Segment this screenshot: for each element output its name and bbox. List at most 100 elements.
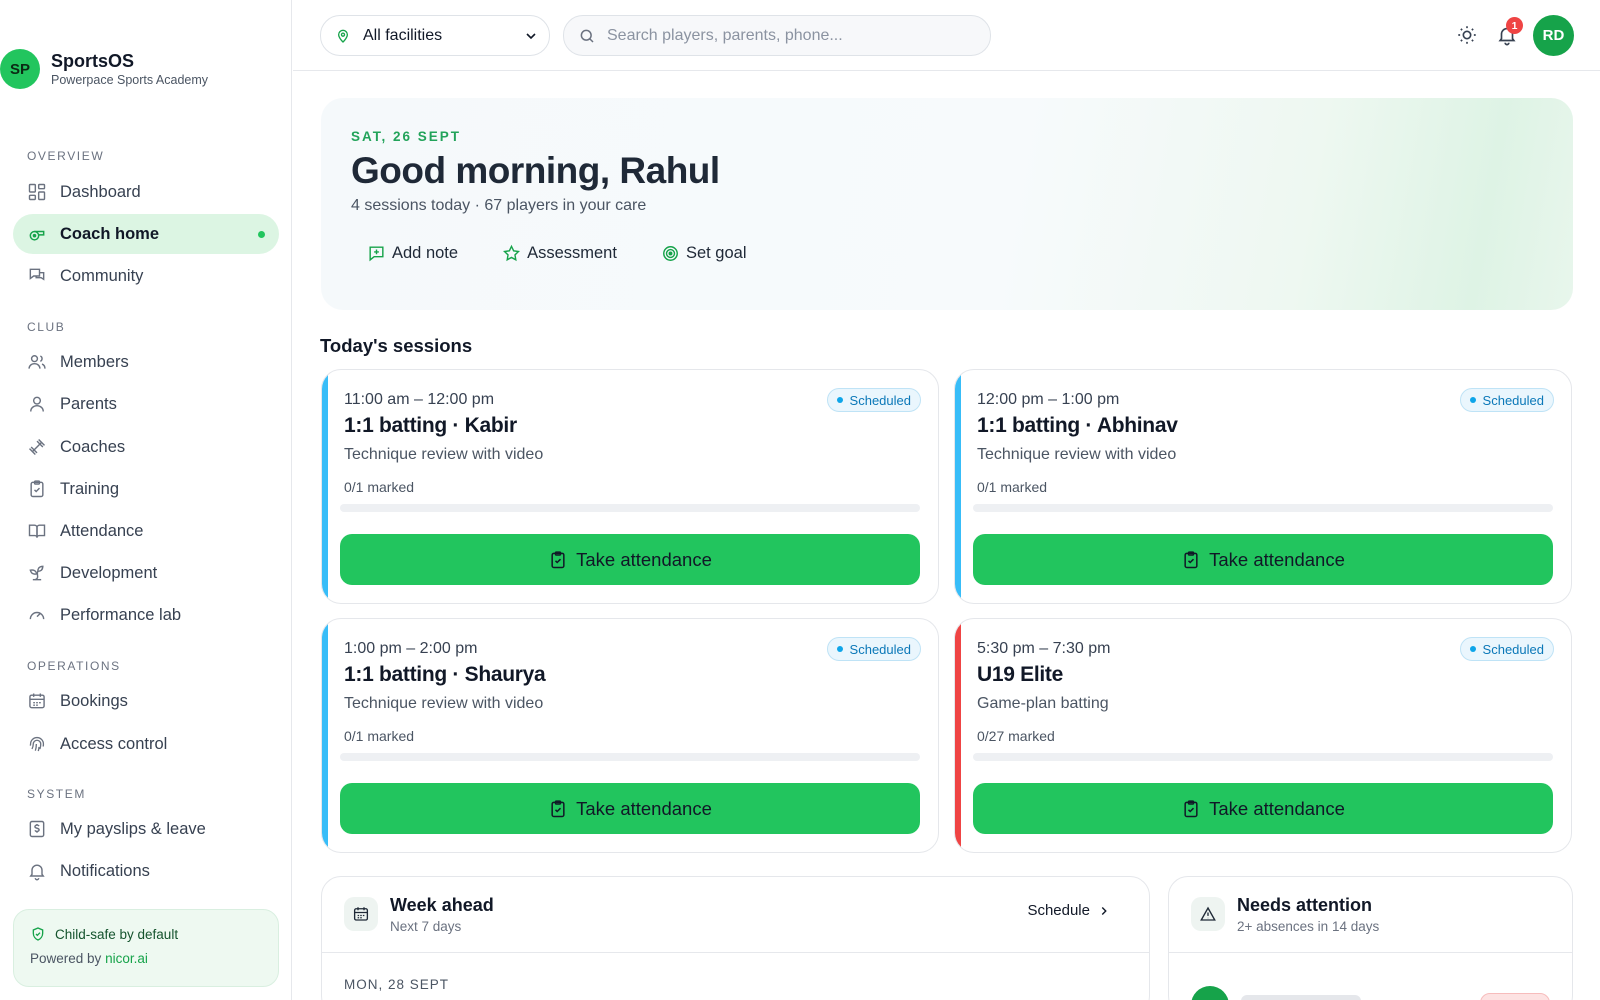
bell-icon	[29, 864, 45, 881]
sidebar: SP SportsOS Powerpace Sports Academy OVE…	[0, 0, 292, 1000]
sidebar-item-community[interactable]: Community	[13, 256, 279, 296]
session-marked-count: 0/1 marked	[977, 479, 1048, 495]
list-item[interactable]	[1241, 995, 1361, 1000]
panel-divider	[1169, 952, 1572, 953]
take-attendance-label: Take attendance	[1209, 797, 1345, 819]
section-club: CLUB	[27, 320, 66, 334]
calendar-icon	[29, 693, 45, 709]
sidebar-item-bookings[interactable]: Bookings	[13, 681, 279, 721]
active-indicator-dot	[258, 231, 265, 238]
sidebar-item-coach-home[interactable]: Coach home	[13, 214, 279, 254]
session-marked-count: 0/27 marked	[977, 728, 1055, 744]
sidebar-item-label: Members	[60, 352, 129, 371]
take-attendance-button[interactable]: Take attendance	[340, 534, 920, 585]
receipt-icon	[29, 820, 45, 838]
section-system: SYSTEM	[27, 787, 86, 801]
set-goal-button[interactable]: Set goal	[661, 244, 747, 263]
clipboard-check-icon	[1184, 550, 1198, 568]
sidebar-item-dashboard[interactable]: Dashboard	[13, 172, 279, 212]
clipboard-icon	[30, 480, 44, 498]
sidebar-item-label: Dashboard	[60, 182, 141, 201]
notification-count-badge: 1	[1506, 17, 1523, 34]
session-title: 1:1 batting · Kabir	[344, 414, 517, 437]
add-note-button[interactable]: Add note	[367, 244, 458, 263]
facility-select[interactable]: All facilities	[320, 15, 550, 56]
sidebar-item-development[interactable]: Development	[13, 553, 279, 593]
status-badge: Scheduled	[1459, 388, 1554, 412]
calendar-icon	[344, 897, 378, 931]
fingerprint-icon	[29, 736, 45, 752]
clipboard-check-icon	[551, 550, 565, 568]
week-ahead-subtitle: Next 7 days	[390, 919, 462, 934]
powered-by-prefix: Powered by	[30, 951, 102, 966]
child-safe-title: Child-safe by default	[55, 926, 179, 942]
sidebar-item-payslips-leave[interactable]: My payslips & leave	[13, 809, 279, 849]
sun-icon[interactable]	[1456, 24, 1478, 46]
sidebar-item-label: Coaches	[60, 437, 126, 456]
take-attendance-button[interactable]: Take attendance	[973, 783, 1553, 834]
sidebar-item-training[interactable]: Training	[13, 469, 279, 509]
greeting-hero: SAT, 26 SEPT Good morning, Rahul 4 sessi…	[321, 98, 1573, 310]
hero-greeting: Good morning, Rahul	[351, 150, 720, 191]
session-card: 12:00 pm – 1:00 pm 1:1 batting · Abhinav…	[954, 369, 1572, 604]
needs-attention-title: Needs attention	[1237, 895, 1373, 915]
session-card: 1:00 pm – 2:00 pm 1:1 batting · Shaurya …	[321, 618, 939, 853]
sidebar-item-label: Community	[60, 266, 144, 285]
sidebar-item-notifications[interactable]: Notifications	[13, 851, 279, 891]
attendance-progress-bar	[973, 753, 1553, 761]
avatar[interactable]	[1191, 986, 1229, 1000]
brand[interactable]: SP SportsOS Powerpace Sports Academy	[0, 49, 208, 89]
sidebar-item-performance-lab[interactable]: Performance lab	[13, 595, 279, 635]
sprout-icon	[29, 565, 44, 581]
assessment-button[interactable]: Assessment	[502, 244, 617, 263]
status-badge-label: Scheduled	[849, 641, 911, 657]
status-badge: Scheduled	[826, 388, 921, 412]
take-attendance-label: Take attendance	[576, 548, 712, 570]
dumbbell-icon	[28, 438, 46, 456]
search-bar[interactable]	[563, 15, 991, 56]
session-description: Game-plan batting	[977, 695, 1109, 712]
take-attendance-button[interactable]: Take attendance	[340, 783, 920, 834]
needs-attention-subtitle: 2+ absences in 14 days	[1237, 919, 1380, 934]
whistle-icon	[29, 230, 45, 241]
add-note-label: Add note	[392, 244, 459, 262]
sidebar-item-label: Performance lab	[60, 605, 182, 624]
clipboard-check-icon	[551, 799, 565, 817]
sidebar-item-attendance[interactable]: Attendance	[13, 511, 279, 551]
chevron-down-icon	[526, 33, 536, 40]
sidebar-item-coaches[interactable]: Coaches	[13, 427, 279, 467]
assessment-label: Assessment	[527, 244, 617, 262]
take-attendance-button[interactable]: Take attendance	[973, 534, 1553, 585]
set-goal-label: Set goal	[685, 244, 747, 262]
sidebar-item-label: My payslips & leave	[60, 819, 206, 838]
session-time: 5:30 pm – 7:30 pm	[977, 640, 1111, 657]
session-card: 11:00 am – 12:00 pm 1:1 batting · Kabir …	[321, 369, 939, 604]
section-overview: OVERVIEW	[27, 149, 105, 163]
session-accent-bar	[955, 370, 961, 603]
sidebar-item-label: Coach home	[60, 224, 160, 243]
facility-select-value: All facilities	[363, 26, 443, 44]
chat-icon	[29, 268, 45, 281]
status-dot	[836, 646, 843, 652]
status-dot	[1469, 397, 1476, 403]
powered-by-link[interactable]: nicor.ai	[105, 951, 148, 966]
gauge-icon	[29, 611, 45, 620]
sidebar-item-label: Notifications	[60, 861, 150, 880]
star-icon	[503, 244, 521, 262]
take-attendance-label: Take attendance	[576, 797, 712, 819]
sidebar-item-access-control[interactable]: Access control	[13, 724, 279, 764]
hero-summary: 4 sessions today · 67 players in your ca…	[351, 197, 647, 214]
brand-avatar: SP	[0, 49, 40, 89]
note-plus-icon	[369, 246, 384, 262]
sidebar-item-members[interactable]: Members	[13, 342, 279, 382]
users-icon	[28, 355, 46, 369]
day-label: MON, 28 SEPT	[344, 977, 450, 992]
session-description: Technique review with video	[344, 446, 544, 463]
search-input[interactable]	[607, 26, 967, 45]
sidebar-item-parents[interactable]: Parents	[13, 384, 279, 424]
schedule-link[interactable]: Schedule	[1027, 902, 1111, 919]
status-badge-label: Scheduled	[849, 392, 911, 408]
dashboard-icon	[28, 183, 46, 201]
session-time: 12:00 pm – 1:00 pm	[977, 391, 1120, 408]
user-avatar[interactable]: RD	[1533, 15, 1574, 56]
